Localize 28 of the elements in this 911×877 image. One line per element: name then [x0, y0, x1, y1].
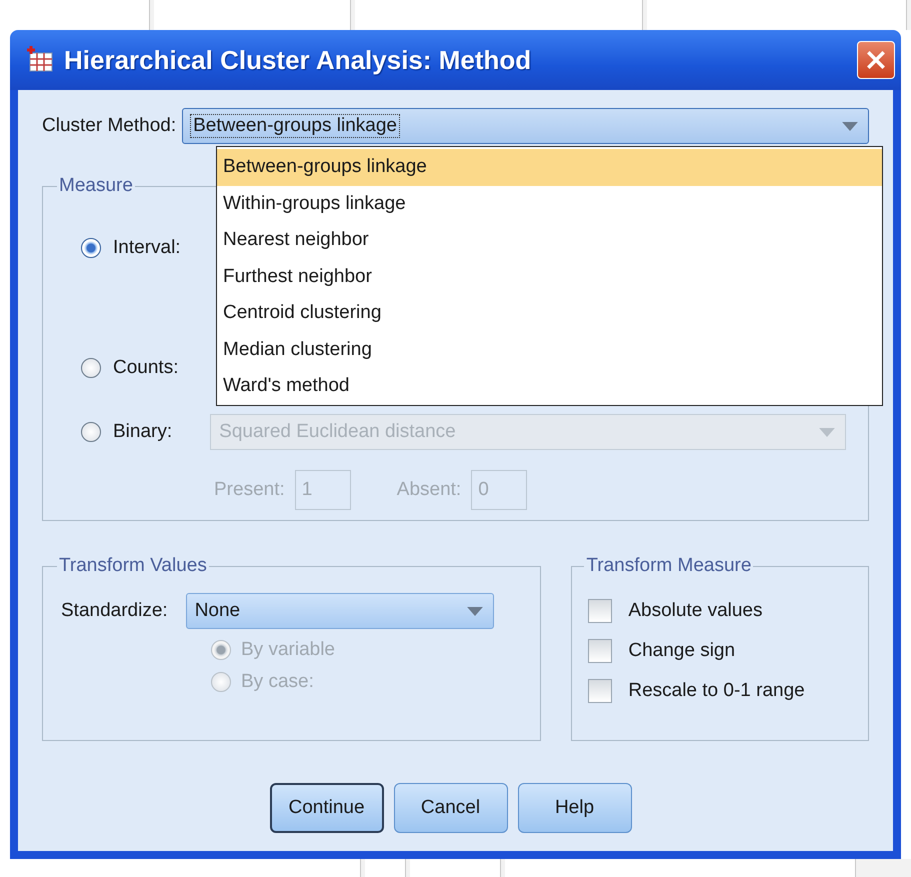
dropdown-option[interactable]: Nearest neighbor: [217, 222, 882, 258]
dropdown-option[interactable]: Median clustering: [217, 332, 882, 368]
group-title: Transform Values: [58, 555, 208, 577]
dropdown-option[interactable]: Ward's method: [217, 368, 882, 404]
dropdown-option[interactable]: Between-groups linkage: [217, 149, 882, 186]
group-title: Measure: [58, 175, 134, 197]
cluster-method-dropdown[interactable]: Between-groups linkage: [182, 108, 869, 144]
dialog-button[interactable]: Cancel: [394, 783, 508, 833]
radio-label: Counts:: [113, 357, 178, 379]
dialog-button[interactable]: Continue: [270, 783, 384, 833]
standardize-dropdown[interactable]: None: [186, 593, 494, 629]
dropdown-option[interactable]: Within-groups linkage: [217, 186, 882, 222]
checkbox-label: Rescale to 0-1 range: [628, 680, 805, 702]
absent-label: Absent:: [396, 479, 462, 501]
radio-label: Interval:: [113, 237, 181, 259]
standardize-label: Standardize:: [61, 600, 168, 622]
checkbox-label: Change sign: [628, 640, 736, 662]
dropdown-option[interactable]: Centroid clustering: [217, 295, 882, 332]
radio-label: By variable: [241, 639, 335, 661]
dropdown-option[interactable]: Furthest neighbor: [217, 258, 882, 295]
radio-label: Binary:: [113, 421, 172, 443]
dialog-button[interactable]: Help: [518, 783, 632, 833]
group-title: Transform Measure: [585, 555, 752, 577]
present-label: Present:: [214, 479, 285, 501]
checkbox-label: Absolute values: [628, 600, 763, 622]
radio-label: By case:: [241, 671, 314, 693]
window-title: Hierarchical Cluster Analysis: Method: [64, 44, 532, 76]
cluster-method-label: Cluster Method:: [42, 115, 176, 137]
